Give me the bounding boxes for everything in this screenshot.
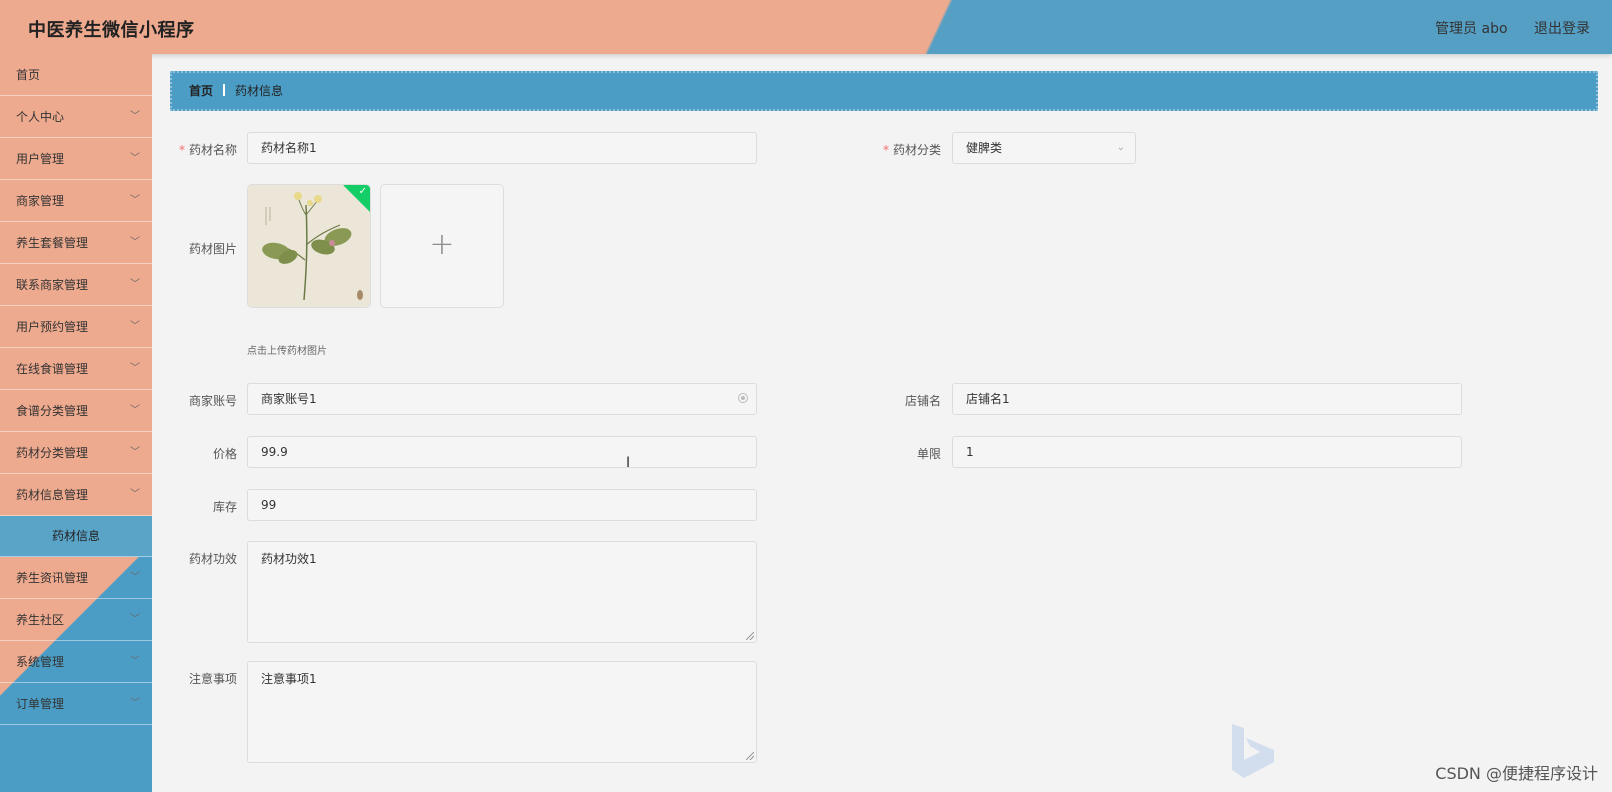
chevron-down-icon: ﹀	[130, 195, 140, 206]
sidebar-item-label: 药材分类管理	[16, 446, 89, 460]
sidebar-item-home[interactable]: 首页	[0, 54, 152, 96]
sidebar-item-label: 系统管理	[16, 655, 65, 669]
herb-illustration-image	[248, 185, 370, 307]
sidebar-item-label: 首页	[16, 68, 41, 82]
sidebar-item-online-recipe[interactable]: 在线食谱管理 ﹀	[0, 348, 152, 390]
herb-name-label: * 药材名称	[127, 141, 237, 158]
sidebar-item-personal-center[interactable]: 个人中心 ﹀	[0, 96, 152, 138]
sidebar-item-label: 食谱分类管理	[16, 404, 89, 418]
chevron-down-icon: ﹀	[130, 363, 140, 374]
sidebar-item-health-community[interactable]: 养生社区 ﹀	[0, 599, 152, 641]
notes-value: 注意事项1	[261, 672, 317, 686]
breadcrumb-current: 药材信息	[235, 84, 284, 98]
sidebar-item-label: 在线食谱管理	[16, 362, 89, 376]
sidebar-item-label: 用户管理	[16, 152, 65, 166]
herb-effect-textarea[interactable]: 药材功效1	[247, 541, 757, 643]
header-user-area: 管理员 abo 退出登录	[1435, 18, 1612, 38]
price-input[interactable]: 99.9	[247, 436, 757, 468]
sidebar-item-label: 商家管理	[16, 194, 65, 208]
merchant-account-label: 商家账号	[188, 394, 237, 408]
required-asterisk: *	[178, 143, 185, 157]
herb-image-label: 药材图片	[188, 242, 237, 256]
sidebar-item-label: 养生资讯管理	[16, 571, 89, 585]
chevron-down-icon: ﹀	[130, 614, 140, 625]
stock-label: 库存	[212, 500, 237, 514]
sidebar-item-label: 药材信息管理	[16, 488, 89, 502]
sidebar-item-label: 用户预约管理	[16, 320, 89, 334]
sidebar-item-label: 养生套餐管理	[16, 236, 89, 250]
chevron-down-icon: ﹀	[130, 279, 140, 290]
stock-input[interactable]: 99	[247, 489, 757, 521]
notes-textarea[interactable]: 注意事项1	[247, 661, 757, 763]
herb-category-label-text: 药材分类	[892, 143, 941, 157]
breadcrumb-home[interactable]: 首页	[189, 84, 213, 98]
clear-icon[interactable]	[738, 393, 748, 403]
shop-name-label: 店铺名	[904, 394, 941, 408]
sidebar-item-label: 联系商家管理	[16, 278, 89, 292]
check-icon: ✓	[358, 186, 367, 197]
admin-user-label: 管理员 abo	[1435, 21, 1508, 37]
watermark-text: CSDN @便捷程序设计	[1435, 764, 1598, 783]
price-label: 价格	[212, 447, 237, 461]
chevron-down-icon: ⌄	[1116, 142, 1125, 153]
required-asterisk: *	[882, 143, 889, 157]
limit-label: 单限	[916, 447, 941, 461]
plus-icon: +	[429, 227, 455, 262]
text-cursor-icon: I	[626, 455, 631, 471]
limit-input[interactable]: 1	[952, 436, 1462, 468]
merchant-account-value: 商家账号1	[261, 392, 317, 406]
resize-handle[interactable]	[746, 752, 754, 760]
sidebar-item-label: 订单管理	[16, 697, 65, 711]
bing-logo-icon	[1232, 724, 1274, 778]
chevron-down-icon: ﹀	[130, 111, 140, 122]
sidebar-item-merchant-management[interactable]: 商家管理 ﹀	[0, 180, 152, 222]
sidebar-item-contact-merchant[interactable]: 联系商家管理 ﹀	[0, 264, 152, 306]
herb-category-select[interactable]: 健脾类 ⌄	[952, 132, 1136, 164]
sidebar-item-label: 养生社区	[16, 613, 65, 627]
sidebar-item-order-management[interactable]: 订单管理 ﹀	[0, 683, 152, 725]
herb-name-label-text: 药材名称	[188, 143, 237, 157]
herb-effect-value: 药材功效1	[261, 552, 317, 566]
herb-category-label: * 药材分类	[831, 141, 941, 158]
breadcrumb-separator	[223, 84, 226, 96]
upload-tip-text: 点击上传药材图片	[247, 346, 327, 357]
sidebar-item-user-appointment[interactable]: 用户预约管理 ﹀	[0, 306, 152, 348]
herb-image-thumbnail[interactable]: ✓	[247, 184, 371, 308]
top-header: 中医养生微信小程序 管理员 abo 退出登录	[0, 0, 1612, 54]
herb-name-input[interactable]: 药材名称1	[247, 132, 757, 164]
notes-label: 注意事项	[188, 672, 237, 686]
logout-link[interactable]: 退出登录	[1534, 21, 1590, 37]
shop-name-input[interactable]: 店铺名1	[952, 383, 1462, 415]
merchant-account-input[interactable]: 商家账号1	[247, 383, 757, 415]
resize-handle[interactable]	[746, 632, 754, 640]
app-title: 中医养生微信小程序	[28, 20, 195, 41]
sidebar-item-label: 个人中心	[16, 110, 65, 124]
image-upload-button[interactable]: +	[380, 184, 504, 308]
chevron-down-icon: ﹀	[130, 321, 140, 332]
herb-category-value: 健脾类	[966, 141, 1003, 155]
herb-effect-label: 药材功效	[188, 552, 237, 566]
chevron-down-icon: ﹀	[130, 698, 140, 709]
breadcrumb: 首页 药材信息	[170, 71, 1598, 111]
